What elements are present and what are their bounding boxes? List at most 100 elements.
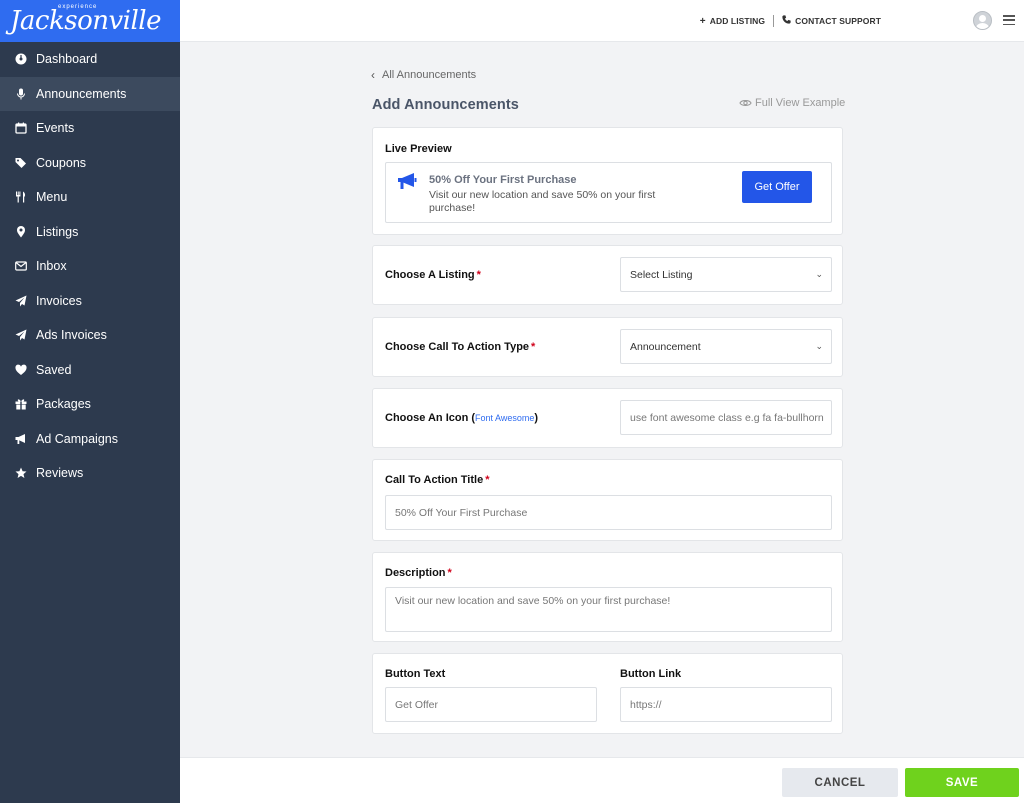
required-marker: * bbox=[476, 269, 481, 281]
get-offer-button[interactable]: Get Offer bbox=[742, 171, 812, 203]
sidebar-item-ad-campaigns[interactable]: Ad Campaigns bbox=[0, 422, 180, 457]
add-listing-link[interactable]: + ADD LISTING bbox=[700, 16, 765, 27]
sidebar-item-ads-invoices[interactable]: Ads Invoices bbox=[0, 318, 180, 353]
chevron-left-icon: ‹ bbox=[371, 68, 375, 82]
description-label: Description * bbox=[385, 567, 452, 579]
microphone-icon bbox=[14, 87, 28, 101]
sidebar-item-label: Ad Campaigns bbox=[36, 431, 118, 446]
brand-logo-prefix: experience bbox=[58, 4, 98, 10]
sidebar-item-label: Saved bbox=[36, 362, 72, 377]
cta-type-select[interactable]: Announcement ⌄ bbox=[620, 329, 832, 364]
top-actions: + ADD LISTING CONTACT SUPPORT bbox=[700, 15, 881, 27]
cta-title-label: Call To Action Title * bbox=[385, 474, 489, 486]
sidebar-item-events[interactable]: Events bbox=[0, 111, 180, 146]
sidebar: experience Jacksonville Dashboard Announ… bbox=[0, 0, 180, 803]
sidebar-item-announcements[interactable]: Announcements bbox=[0, 76, 180, 111]
cta-title-label-text: Call To Action Title bbox=[385, 474, 484, 486]
back-link-label: All Announcements bbox=[382, 69, 477, 81]
cta-title-card: Call To Action Title * 50% Off Your First… bbox=[372, 459, 843, 541]
button-link-input[interactable]: https:// bbox=[620, 687, 832, 722]
divider bbox=[773, 15, 775, 27]
sidebar-item-reviews[interactable]: Reviews bbox=[0, 456, 180, 491]
sidebar-item-listings[interactable]: Listings bbox=[0, 215, 180, 250]
brand-logo[interactable]: experience Jacksonville bbox=[10, 4, 162, 34]
live-preview-label: Live Preview bbox=[385, 143, 452, 155]
sidebar-item-label: Inbox bbox=[36, 259, 67, 274]
sidebar-item-packages[interactable]: Packages bbox=[0, 387, 180, 422]
contact-support-link[interactable]: CONTACT SUPPORT bbox=[782, 15, 881, 27]
required-marker: * bbox=[485, 474, 490, 486]
choose-listing-label: Choose A Listing * bbox=[385, 269, 481, 281]
add-listing-label: ADD LISTING bbox=[709, 16, 766, 26]
description-card: Description * Visit our new location and … bbox=[372, 552, 843, 642]
icon-label-text: Choose An Icon ( bbox=[385, 412, 476, 424]
listing-select-value: Select Listing bbox=[630, 268, 693, 281]
form-footer: CANCEL SAVE bbox=[180, 757, 1024, 803]
button-settings-card: Button Text Get Offer Button Link https:… bbox=[372, 653, 843, 734]
main-content: ‹ All Announcements Add Announcements Fu… bbox=[180, 42, 1024, 757]
bullhorn-icon bbox=[14, 432, 28, 446]
cta-type-select-value: Announcement bbox=[630, 340, 701, 353]
utensils-icon bbox=[14, 190, 28, 204]
sidebar-item-label: Packages bbox=[36, 397, 91, 412]
top-bar: + ADD LISTING CONTACT SUPPORT bbox=[180, 0, 1024, 42]
eye-icon bbox=[739, 100, 752, 106]
full-view-label: Full View Example bbox=[755, 97, 846, 109]
save-button[interactable]: SAVE bbox=[905, 768, 1019, 797]
icon-label: Choose An Icon (Font Awesome) bbox=[385, 412, 538, 424]
chevron-down-icon: ⌄ bbox=[815, 269, 823, 279]
cta-type-card: Choose Call To Action Type * Announcement… bbox=[372, 317, 843, 377]
cta-title-input[interactable]: 50% Off Your First Purchase bbox=[385, 495, 832, 530]
sidebar-item-inbox[interactable]: Inbox bbox=[0, 249, 180, 284]
bullhorn-icon bbox=[398, 173, 417, 189]
cta-title-input-value: 50% Off Your First Purchase bbox=[395, 506, 528, 519]
description-label-text: Description bbox=[385, 567, 446, 579]
brand-header: experience Jacksonville bbox=[0, 0, 180, 42]
button-text-input-value: Get Offer bbox=[395, 698, 438, 711]
user-avatar[interactable] bbox=[973, 11, 992, 30]
chevron-down-icon: ⌄ bbox=[815, 341, 823, 351]
sidebar-item-label: Ads Invoices bbox=[36, 328, 107, 343]
full-view-example-link[interactable]: Full View Example bbox=[739, 97, 845, 109]
cta-type-label-text: Choose Call To Action Type bbox=[385, 341, 530, 353]
menu-icon[interactable] bbox=[1003, 15, 1015, 25]
contact-support-label: CONTACT SUPPORT bbox=[795, 16, 881, 26]
icon-input[interactable]: use font awesome class e.g fa fa-bullhor… bbox=[620, 400, 832, 435]
button-text-input[interactable]: Get Offer bbox=[385, 687, 597, 722]
tags-icon bbox=[14, 156, 28, 170]
back-to-announcements-link[interactable]: ‹ All Announcements bbox=[371, 68, 476, 82]
sidebar-item-label: Dashboard bbox=[36, 52, 98, 67]
sidebar-item-saved[interactable]: Saved bbox=[0, 353, 180, 388]
map-marker-icon bbox=[14, 225, 28, 239]
description-textarea[interactable]: Visit our new location and save 50% on y… bbox=[385, 587, 832, 632]
button-link-input-value: https:// bbox=[630, 698, 662, 711]
sidebar-item-label: Listings bbox=[36, 224, 79, 239]
phone-icon bbox=[782, 15, 791, 27]
required-marker: * bbox=[531, 341, 536, 353]
dashboard-icon bbox=[14, 52, 28, 66]
sidebar-item-label: Reviews bbox=[36, 466, 84, 481]
cancel-button[interactable]: CANCEL bbox=[782, 768, 898, 797]
calendar-icon bbox=[14, 121, 28, 135]
icon-card: Choose An Icon (Font Awesome) use font a… bbox=[372, 388, 843, 448]
live-preview-card: Live Preview 50% Off Your First Purchase… bbox=[372, 127, 843, 235]
plus-icon: + bbox=[699, 15, 706, 27]
sidebar-item-dashboard[interactable]: Dashboard bbox=[0, 42, 180, 77]
gift-icon bbox=[14, 397, 28, 411]
description-textarea-value: Visit our new location and save 50% on y… bbox=[395, 595, 671, 607]
star-icon bbox=[14, 466, 28, 480]
preview-title: 50% Off Your First Purchase bbox=[429, 174, 577, 186]
sidebar-item-menu[interactable]: Menu bbox=[0, 180, 180, 215]
sidebar-item-label: Events bbox=[36, 121, 75, 136]
choose-listing-label-text: Choose A Listing bbox=[385, 269, 475, 281]
font-awesome-link[interactable]: Font Awesome bbox=[475, 413, 534, 423]
listing-select[interactable]: Select Listing ⌄ bbox=[620, 257, 832, 292]
preview-box: 50% Off Your First Purchase Visit our ne… bbox=[385, 162, 832, 223]
sidebar-item-label: Invoices bbox=[36, 293, 82, 308]
sidebar-item-label: Coupons bbox=[36, 155, 87, 170]
paper-plane-icon bbox=[14, 328, 28, 342]
sidebar-item-coupons[interactable]: Coupons bbox=[0, 146, 180, 181]
sidebar-item-invoices[interactable]: Invoices bbox=[0, 284, 180, 319]
button-link-label: Button Link bbox=[620, 668, 682, 680]
sidebar-item-label: Announcements bbox=[36, 86, 127, 101]
